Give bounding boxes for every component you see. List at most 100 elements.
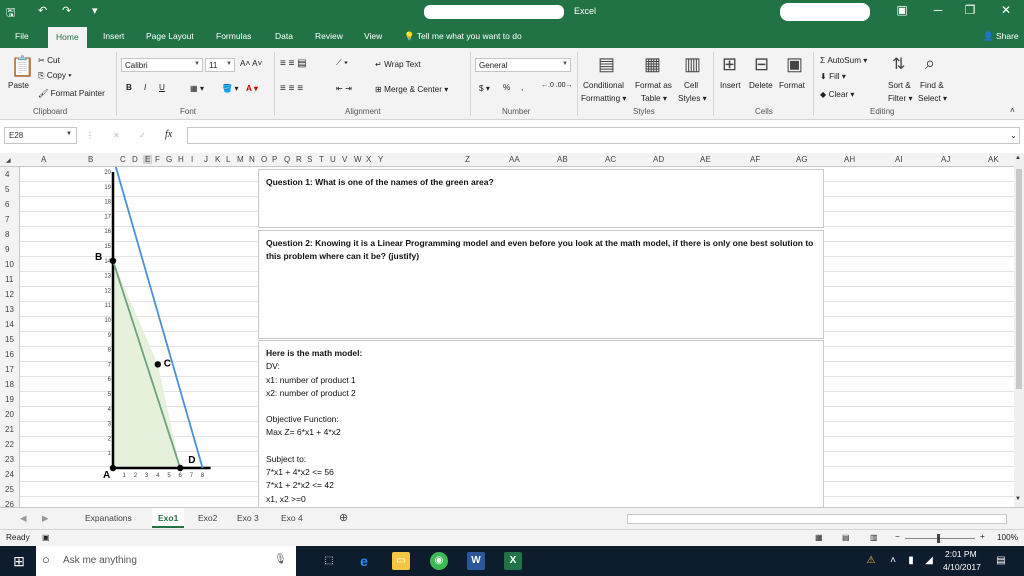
column-header-selected[interactable]: E — [143, 155, 153, 164]
row-header[interactable]: 17 — [5, 365, 14, 374]
clock-time[interactable]: 2:01 PM — [945, 549, 977, 559]
file-explorer-icon[interactable]: ▭ — [392, 552, 410, 570]
wrap-text-button[interactable]: ↵ Wrap Text — [375, 59, 421, 69]
sheet-tab-expanations[interactable]: Expanations — [85, 513, 132, 523]
normal-view-icon[interactable]: ▦ — [815, 532, 823, 542]
percent-button[interactable]: % — [503, 83, 510, 92]
currency-button[interactable]: $ ▾ — [479, 83, 490, 93]
sort-filter-icon[interactable]: ⇅ — [892, 54, 905, 74]
merge-center-button[interactable]: ⊞ Merge & Center ▾ — [375, 84, 448, 94]
column-header[interactable]: AJ — [941, 155, 950, 164]
scroll-up-icon[interactable]: ▲ — [1015, 155, 1021, 161]
close-icon[interactable]: ✕ — [996, 3, 1016, 17]
notifications-icon[interactable]: ▤ — [992, 552, 1010, 570]
chrome-icon[interactable]: ◉ — [430, 552, 448, 570]
zoom-slider[interactable] — [905, 538, 975, 539]
column-header[interactable]: AC — [605, 155, 616, 164]
underline-button[interactable]: U — [159, 83, 165, 92]
left-align-icon[interactable]: ≡ ≡ ≡ — [280, 83, 303, 94]
question1-textbox[interactable]: Question 1: What is one of the names of … — [258, 169, 824, 228]
fill-button[interactable]: ⬇ Fill ▾ — [820, 71, 846, 81]
column-header[interactable]: X — [366, 155, 371, 164]
row-header[interactable]: 23 — [5, 455, 14, 464]
add-sheet-icon[interactable]: ⊕ — [339, 511, 348, 524]
page-layout-view-icon[interactable]: ▤ — [842, 532, 850, 542]
column-header[interactable]: C — [120, 155, 126, 164]
name-box[interactable]: E28 ▼ — [4, 127, 77, 144]
sort-filter-button[interactable]: Sort & — [888, 81, 911, 90]
column-header[interactable]: U — [330, 155, 336, 164]
column-header[interactable]: T — [319, 155, 324, 164]
page-break-view-icon[interactable]: ▥ — [870, 532, 878, 542]
tab-insert[interactable]: Insert — [103, 31, 124, 41]
row-header[interactable]: 5 — [5, 185, 9, 194]
formula-input[interactable] — [187, 127, 1020, 144]
comma-button[interactable]: , — [521, 83, 523, 92]
row-header[interactable]: 19 — [5, 395, 14, 404]
column-header[interactable]: AH — [844, 155, 855, 164]
microphone-icon[interactable]: 🎙 — [274, 554, 287, 565]
row-header[interactable]: 10 — [5, 260, 14, 269]
word-icon[interactable]: W — [467, 552, 485, 570]
enter-icon[interactable]: ✓ — [139, 130, 146, 140]
insert-cells-icon[interactable]: ⊞ — [722, 54, 737, 75]
row-header[interactable]: 12 — [5, 290, 14, 299]
delete-cells-button[interactable]: Delete — [749, 81, 773, 90]
select-all-icon[interactable]: ◢ — [6, 157, 11, 164]
column-header[interactable]: V — [342, 155, 347, 164]
column-header[interactable]: AD — [653, 155, 664, 164]
autosum-button[interactable]: Σ AutoSum ▾ — [820, 55, 867, 65]
tab-page-layout[interactable]: Page Layout — [146, 31, 194, 41]
font-name-select[interactable]: Calibri ▼ — [121, 58, 203, 72]
horizontal-scrollbar[interactable] — [627, 514, 1007, 524]
find-select-button[interactable]: Find & — [920, 81, 944, 90]
delete-cells-icon[interactable]: ⊟ — [754, 54, 769, 75]
column-header[interactable]: AE — [700, 155, 711, 164]
edge-icon[interactable]: e — [355, 552, 373, 570]
top-align-icon[interactable]: ≡ ≡ ▤ — [280, 58, 307, 69]
clock-date[interactable]: 4/10/2017 — [943, 562, 981, 572]
column-header[interactable]: A — [41, 155, 46, 164]
font-size-select[interactable]: 11 ▼ — [205, 58, 235, 72]
column-header[interactable]: W — [354, 155, 362, 164]
column-header[interactable]: AB — [557, 155, 568, 164]
column-header[interactable]: AK — [988, 155, 999, 164]
conditional-formatting-button[interactable]: Conditional — [583, 81, 624, 90]
cell-styles-button[interactable]: Cell — [684, 81, 698, 90]
tab-home[interactable]: Home — [48, 27, 87, 48]
column-header[interactable]: N — [249, 155, 255, 164]
tab-view[interactable]: View — [364, 31, 382, 41]
column-header[interactable]: Y — [378, 155, 383, 164]
column-header[interactable]: AG — [796, 155, 808, 164]
tell-me-search[interactable]: 💡 Tell me what you want to do — [404, 31, 522, 42]
font-color-icon[interactable]: A ▾ — [246, 83, 258, 93]
scroll-down-icon[interactable]: ▼ — [1015, 496, 1021, 502]
column-header[interactable]: Q — [284, 155, 290, 164]
volume-icon[interactable]: ◢ — [920, 552, 938, 570]
warning-icon[interactable]: ⚠ — [862, 552, 880, 570]
tab-file[interactable]: File — [15, 31, 29, 41]
column-header[interactable]: D — [132, 155, 138, 164]
column-header[interactable]: K — [215, 155, 220, 164]
find-select-icon[interactable]: ⌕ — [925, 53, 935, 74]
tray-chevron-icon[interactable]: ˄ — [884, 552, 902, 570]
fill-color-icon[interactable]: 🪣 ▾ — [222, 83, 239, 94]
save-icon[interactable]: 🖫 — [6, 4, 15, 23]
row-header[interactable]: 7 — [5, 215, 9, 224]
paste-button[interactable]: Paste — [8, 81, 29, 90]
column-header[interactable]: B — [88, 155, 93, 164]
search-box[interactable]: ○ Ask me anything 🎙 — [36, 546, 296, 576]
column-header[interactable]: AA — [509, 155, 520, 164]
expand-formula-icon[interactable]: ⌄ — [1010, 130, 1017, 140]
question2-textbox[interactable]: Question 2: Knowing it is a Linear Progr… — [258, 230, 824, 339]
redo-icon[interactable]: ↷ — [62, 4, 71, 17]
format-painter-button[interactable]: 🖌 Format Painter — [38, 89, 105, 99]
math-model-textbox[interactable]: Here is the math model: DV: x1: number o… — [258, 340, 824, 507]
sheet-tab-exo3[interactable]: Exo 3 — [237, 513, 259, 523]
column-header[interactable]: G — [166, 155, 172, 164]
italic-button[interactable]: I — [144, 83, 146, 92]
column-header[interactable]: R — [296, 155, 302, 164]
column-header[interactable]: M — [237, 155, 244, 164]
format-cells-button[interactable]: Format — [779, 81, 805, 90]
column-header[interactable]: L — [226, 155, 230, 164]
